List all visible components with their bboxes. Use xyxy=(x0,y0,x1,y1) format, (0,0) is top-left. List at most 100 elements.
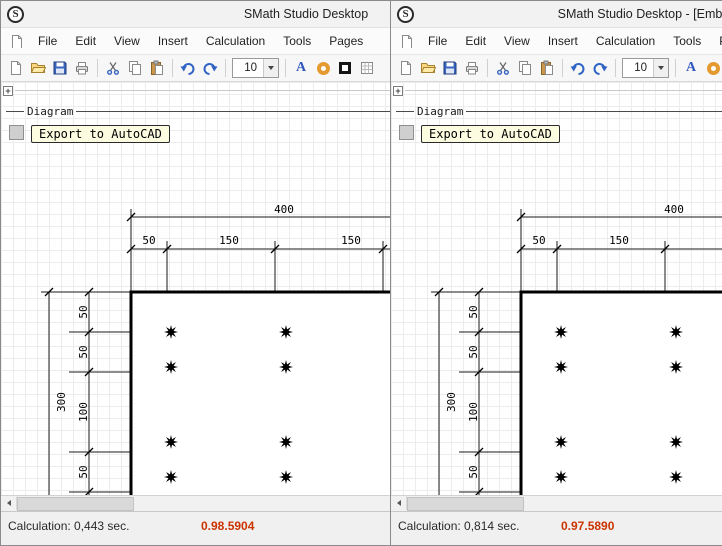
undo-arrow-icon xyxy=(180,60,196,76)
new-button[interactable] xyxy=(395,57,417,79)
new-button[interactable] xyxy=(5,57,27,79)
matrix-button[interactable] xyxy=(356,57,378,79)
font-size-value: 10 xyxy=(623,62,653,74)
color-button[interactable] xyxy=(312,57,334,79)
donut-color-icon xyxy=(707,62,720,75)
version-number: 0.98.5904 xyxy=(201,519,254,533)
export-autocad-button[interactable]: Export to AutoCAD xyxy=(31,125,170,143)
clipboard-icon xyxy=(539,60,555,76)
open-folder-icon xyxy=(420,60,436,76)
border-square-icon xyxy=(339,62,351,74)
scissors-icon xyxy=(105,60,121,76)
save-button[interactable] xyxy=(439,57,461,79)
document-icon xyxy=(9,34,23,48)
copy-button[interactable] xyxy=(514,57,536,79)
scissors-icon xyxy=(495,60,511,76)
menu-file[interactable]: File xyxy=(29,30,66,52)
image-placeholder[interactable] xyxy=(9,125,24,140)
menu-calculation[interactable]: Calculation xyxy=(587,30,664,52)
menu-calculation[interactable]: Calculation xyxy=(197,30,274,52)
scroll-left-button[interactable] xyxy=(1,496,17,510)
cut-button[interactable] xyxy=(102,57,124,79)
menu-pages[interactable]: Pages xyxy=(710,30,722,52)
donut-color-icon xyxy=(317,62,330,75)
redo-arrow-icon xyxy=(592,60,608,76)
toolbar-separator xyxy=(562,59,563,77)
menu-insert[interactable]: Insert xyxy=(149,30,197,52)
font-size-value: 10 xyxy=(233,62,263,74)
menu-view[interactable]: View xyxy=(495,30,539,52)
matrix-grid-icon xyxy=(359,60,375,76)
window-title: SMath Studio Desktop - [Emb xyxy=(391,7,722,21)
export-row: Export to AutoCAD xyxy=(399,125,560,143)
title-bar[interactable]: S SMath Studio Desktop - [Emb xyxy=(391,1,722,28)
collapse-region-toggle[interactable] xyxy=(393,86,403,96)
toolbar-separator xyxy=(172,59,173,77)
save-button[interactable] xyxy=(49,57,71,79)
separator-line xyxy=(466,111,722,112)
undo-button[interactable] xyxy=(177,57,199,79)
print-button[interactable] xyxy=(71,57,93,79)
redo-button[interactable] xyxy=(589,57,611,79)
menu-edit[interactable]: Edit xyxy=(66,30,105,52)
copy-button[interactable] xyxy=(124,57,146,79)
paste-button[interactable] xyxy=(536,57,558,79)
separator-line xyxy=(396,111,414,112)
diagram-label: Diagram xyxy=(414,105,466,118)
menu-insert[interactable]: Insert xyxy=(539,30,587,52)
font-size-select[interactable]: 10 xyxy=(622,58,669,78)
diagram-label: Diagram xyxy=(24,105,76,118)
save-icon xyxy=(52,60,68,76)
technical-drawing xyxy=(411,187,722,495)
scrollbar-thumb[interactable] xyxy=(17,497,134,511)
toolbar-separator xyxy=(285,59,286,77)
menu-file[interactable]: File xyxy=(419,30,456,52)
print-button[interactable] xyxy=(461,57,483,79)
scroll-left-button[interactable] xyxy=(391,496,407,510)
menu-tools[interactable]: Tools xyxy=(274,30,320,52)
export-autocad-button[interactable]: Export to AutoCAD xyxy=(421,125,560,143)
collapse-region-toggle[interactable] xyxy=(3,86,13,96)
printer-icon xyxy=(464,60,480,76)
cut-button[interactable] xyxy=(492,57,514,79)
technical-drawing xyxy=(21,187,403,495)
new-page-icon xyxy=(8,60,24,76)
new-page-icon xyxy=(398,60,414,76)
menu-pages[interactable]: Pages xyxy=(320,30,372,52)
menu-edit[interactable]: Edit xyxy=(456,30,495,52)
scrollbar-thumb[interactable] xyxy=(407,497,524,511)
color-button[interactable] xyxy=(702,57,722,79)
window-smath-right: S SMath Studio Desktop - [Emb File Edit … xyxy=(390,0,722,546)
horizontal-scrollbar[interactable] xyxy=(391,495,722,511)
open-button[interactable] xyxy=(27,57,49,79)
border-button[interactable] xyxy=(334,57,356,79)
toolbar: 10 A xyxy=(391,55,722,82)
menu-view[interactable]: View xyxy=(105,30,149,52)
diagram-separator: Diagram xyxy=(396,105,722,118)
paste-button[interactable] xyxy=(146,57,168,79)
clipboard-icon xyxy=(149,60,165,76)
document-icon xyxy=(399,34,413,48)
font-button[interactable]: A xyxy=(290,57,312,79)
worksheet-canvas[interactable]: Diagram Export to AutoCAD xyxy=(391,82,722,495)
printer-icon xyxy=(74,60,90,76)
toolbar-separator xyxy=(675,59,676,77)
image-placeholder[interactable] xyxy=(399,125,414,140)
undo-button[interactable] xyxy=(567,57,589,79)
undo-arrow-icon xyxy=(570,60,586,76)
toolbar-separator xyxy=(615,59,616,77)
save-icon xyxy=(442,60,458,76)
chevron-down-icon[interactable] xyxy=(263,59,278,77)
toolbar-separator xyxy=(225,59,226,77)
font-button[interactable]: A xyxy=(680,57,702,79)
app-logo-icon: S xyxy=(397,6,414,23)
copy-icon xyxy=(127,60,143,76)
app-logo-icon: S xyxy=(7,6,24,23)
chevron-down-icon[interactable] xyxy=(653,59,668,77)
menu-tools[interactable]: Tools xyxy=(664,30,710,52)
open-button[interactable] xyxy=(417,57,439,79)
version-number: 0.97.5890 xyxy=(561,519,614,533)
font-size-select[interactable]: 10 xyxy=(232,58,279,78)
toolbar-separator xyxy=(97,59,98,77)
redo-button[interactable] xyxy=(199,57,221,79)
